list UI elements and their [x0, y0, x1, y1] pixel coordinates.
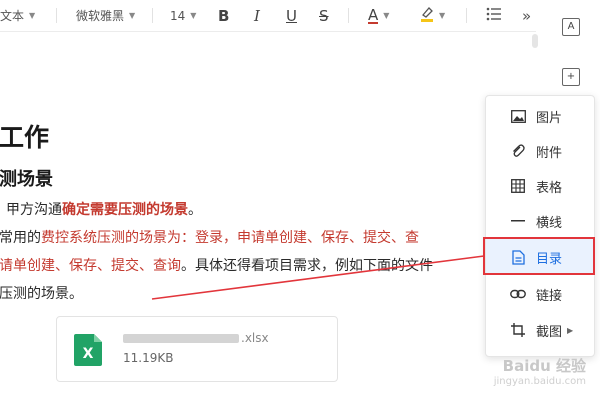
watermark-domain: jingyan.baidu.com [493, 376, 586, 387]
watermark: Baidu 经验 jingyan.baidu.com [466, 355, 586, 387]
annotation-arrow [151, 255, 485, 300]
watermark-brand: Baidu 经验 [502, 357, 586, 375]
